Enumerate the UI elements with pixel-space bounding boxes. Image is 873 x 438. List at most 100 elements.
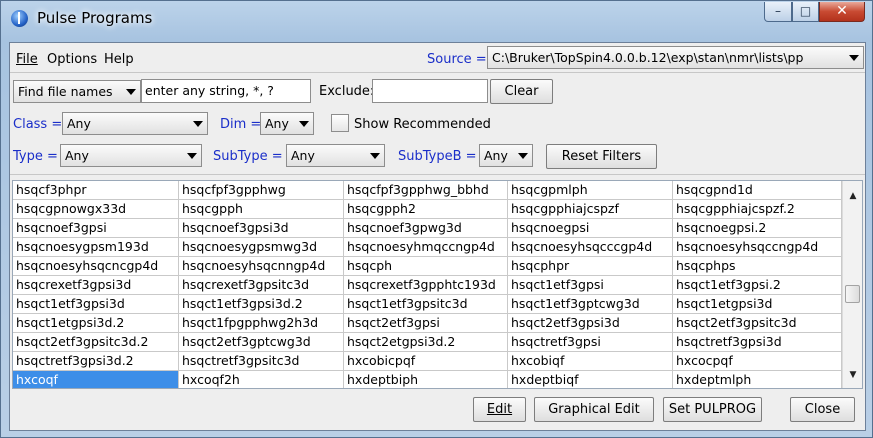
table-cell[interactable]: hsqcgpmlph (508, 181, 673, 200)
table-cell[interactable]: hsqcnoesyhmqccngp4d (344, 238, 508, 257)
table-cell[interactable]: hsqcnoesygpsmwg3d (179, 238, 344, 257)
table-cell[interactable]: hsqcf3phpr (13, 181, 179, 200)
table-cell[interactable]: hsqcphpr (508, 257, 673, 276)
subtypeb-dropdown[interactable]: Any (479, 144, 533, 167)
table-cell[interactable]: hsqcnoegpsi (508, 219, 673, 238)
table-cell[interactable]: hsqct2etf3gpsitc3d (673, 314, 842, 333)
menu-file[interactable]: File (16, 52, 38, 67)
pulse-program-table: hsqcf3phpr hsqcfpf3gpphwg hsqcfpf3gpphwg_b… (12, 180, 863, 389)
table-cell[interactable]: hxcobiqf (508, 352, 673, 371)
table-cell[interactable]: hxdeptbiqf (508, 371, 673, 388)
table-cell[interactable]: hsqctretf3gpsi3d.2 (13, 352, 179, 371)
source-path: C:\Bruker\TopSpin4.0.0.b.12\exp\stan\nmr… (492, 50, 804, 65)
subtypeb-label: SubTypeB = (398, 149, 477, 164)
source-dropdown[interactable]: C:\Bruker\TopSpin4.0.0.b.12\exp\stan\nmr… (487, 46, 864, 69)
minimize-icon: – (775, 4, 781, 18)
table-cell[interactable]: hxcoqf2h (179, 371, 344, 388)
table-cell[interactable]: hsqcrexetf3gpsi3d (13, 276, 179, 295)
table-cell[interactable]: hsqcnoesyhsqcccgp4d (508, 238, 673, 257)
subtype-dropdown[interactable]: Any (286, 144, 385, 167)
menu-options[interactable]: Options (47, 52, 97, 67)
dim-value: Any (265, 116, 289, 131)
set-pulprog-button[interactable]: Set PULPROG (663, 397, 762, 422)
table-cell[interactable]: hsqcgpph2 (344, 200, 508, 219)
table-cell[interactable]: hsqct2etf3gptcwg3d (179, 333, 344, 352)
maximize-button[interactable]: □ (792, 2, 819, 22)
table-cell[interactable]: hsqcphps (673, 257, 842, 276)
reset-filters-button[interactable]: Reset Filters (546, 144, 657, 169)
table-cell[interactable]: hsqcgpph (179, 200, 344, 219)
menu-file-label: File (16, 52, 38, 67)
table-cell[interactable]: hsqct2etgpsi3d.2 (344, 333, 508, 352)
window-title: Pulse Programs (37, 9, 153, 27)
table-cell[interactable]: hsqcrexetf3gpsitc3d (179, 276, 344, 295)
table-cell[interactable]: hsqcnoesyhsqccngp4d (673, 238, 842, 257)
type-label: Type = (13, 149, 58, 164)
subtypeb-value: Any (484, 148, 508, 163)
table-cell[interactable]: hsqct1etf3gpsi3d (13, 295, 179, 314)
graphical-edit-button[interactable]: Graphical Edit (534, 397, 654, 422)
title-bar[interactable]: Pulse Programs – □ ✕ (1, 1, 872, 37)
table-cell[interactable]: hsqcgpphiajcspzf (508, 200, 673, 219)
table-cell[interactable]: hsqcgpnd1d (673, 181, 842, 200)
clear-button[interactable]: Clear (490, 79, 553, 104)
scroll-down-icon[interactable]: ▼ (843, 367, 863, 383)
table-cell[interactable]: hsqct1etf3gpsi3d.2 (179, 295, 344, 314)
class-dropdown[interactable]: Any (62, 112, 208, 135)
table-cell[interactable]: hsqctretf3gpsi3d (673, 333, 842, 352)
table-cell[interactable]: hsqcph (344, 257, 508, 276)
table-cell[interactable]: hxcocpqf (673, 352, 842, 371)
dim-label: Dim = (220, 117, 262, 132)
table-cell[interactable]: hsqct1etgpsi3d.2 (13, 314, 179, 333)
subtype-label: SubType = (213, 149, 283, 164)
dim-dropdown[interactable]: Any (260, 112, 314, 135)
table-cell[interactable]: hsqcnoef3gpsi (13, 219, 179, 238)
search-input[interactable]: enter any string, *, ? (141, 79, 311, 103)
menu-help[interactable]: Help (104, 52, 134, 67)
dialog-content: File Options Help Source = C:\Bruker\Top… (9, 42, 866, 431)
table-cell[interactable]: hsqct1etf3gpsitc3d (344, 295, 508, 314)
exclude-input[interactable] (372, 79, 488, 103)
table-cell[interactable]: hxdeptmlph (673, 371, 842, 388)
edit-button[interactable]: Edit (473, 397, 526, 422)
table-cell[interactable]: hsqct2etf3gpsitc3d.2 (13, 333, 179, 352)
table-cell[interactable]: hxcobicpqf (344, 352, 508, 371)
table-cell[interactable]: hsqct1etf3gpsi (508, 276, 673, 295)
set-pulprog-button-label: Set PULPROG (668, 402, 757, 417)
table-cell[interactable]: hsqcfpf3gpphwg_bbhd (344, 181, 508, 200)
table-cell[interactable]: hxcoqf (13, 371, 179, 388)
table-cell[interactable]: hsqct1etf3gpsi.2 (673, 276, 842, 295)
scroll-up-icon[interactable]: ▲ (843, 188, 863, 204)
table-cell[interactable]: hsqcfpf3gpphwg (179, 181, 344, 200)
table-cell[interactable]: hsqct1fpgpphwg2h3d (179, 314, 344, 333)
class-label: Class = (13, 117, 63, 132)
table-cell[interactable]: hsqcnoef3gpwg3d (344, 219, 508, 238)
graphical-edit-button-label: Graphical Edit (548, 402, 640, 417)
table-cell[interactable]: hsqct2etf3gpsi3d (508, 314, 673, 333)
show-recommended-label: Show Recommended (354, 117, 491, 132)
table-cell[interactable]: hsqcrexetf3gpphtc193d (344, 276, 508, 295)
close-window-button[interactable]: ✕ (819, 2, 865, 22)
search-mode-dropdown[interactable]: Find file names (13, 80, 141, 103)
type-dropdown[interactable]: Any (60, 144, 202, 167)
table-cell[interactable]: hsqct1etgpsi3d (673, 295, 842, 314)
show-recommended-checkbox[interactable] (331, 114, 349, 132)
table-cell[interactable]: hsqct1etf3gptcwg3d (508, 295, 673, 314)
close-button[interactable]: Close (790, 397, 855, 422)
vertical-scrollbar[interactable]: ▲ ▼ (842, 181, 862, 388)
table-cell[interactable]: hsqctretf3gpsitc3d (179, 352, 344, 371)
chevron-down-icon (370, 153, 380, 159)
table-cell[interactable]: hsqcgpphiajcspzf.2 (673, 200, 842, 219)
table-cell[interactable]: hsqct2etf3gpsi (344, 314, 508, 333)
table-cell[interactable]: hsqcnoesyhsqcncgp4d (13, 257, 179, 276)
table-cell[interactable]: hsqcnoesygpsm193d (13, 238, 179, 257)
table-cell[interactable]: hsqctretf3gpsi (508, 333, 673, 352)
table-cell[interactable]: hxdeptbiph (344, 371, 508, 388)
divider (10, 174, 865, 175)
table-cell[interactable]: hsqcnoef3gpsi3d (179, 219, 344, 238)
table-cell[interactable]: hsqcgpnowgx33d (13, 200, 179, 219)
scrollbar-thumb[interactable] (845, 285, 860, 303)
minimize-button[interactable]: – (764, 2, 792, 22)
table-cell[interactable]: hsqcnoesyhsqcnngp4d (179, 257, 344, 276)
table-cell[interactable]: hsqcnoegpsi.2 (673, 219, 842, 238)
